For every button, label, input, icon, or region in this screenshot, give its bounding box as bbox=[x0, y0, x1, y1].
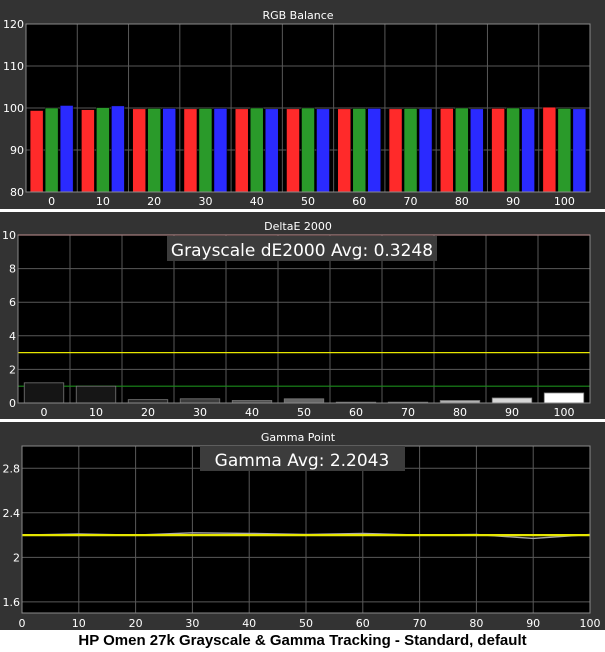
deltae-bar bbox=[491, 397, 533, 404]
rgb-bar-green bbox=[44, 107, 59, 193]
rgb-bar-green bbox=[506, 107, 520, 193]
deltae-x-tick-label: 70 bbox=[401, 406, 415, 419]
rgb-bar-green bbox=[403, 108, 418, 193]
deltae-bar bbox=[179, 398, 221, 404]
gamma-x-tick-label: 30 bbox=[185, 617, 199, 630]
rgb-bar-blue bbox=[521, 108, 535, 193]
deltae-bar bbox=[283, 398, 325, 404]
rgb-bar-red bbox=[491, 108, 505, 193]
gamma-x-tick-label: 90 bbox=[526, 617, 540, 630]
deltae-bar bbox=[127, 399, 169, 404]
rgb-bar-blue bbox=[470, 108, 484, 193]
gamma-y-tick-label: 2 bbox=[13, 551, 20, 564]
rgb-bar-green bbox=[96, 107, 110, 193]
rgb-bar-red bbox=[81, 109, 95, 193]
rgb-x-tick-label: 10 bbox=[96, 195, 110, 208]
deltae-x-tick-label: 40 bbox=[245, 406, 259, 419]
rgb-x-tick-label: 0 bbox=[48, 195, 55, 208]
deltae-bar bbox=[75, 385, 117, 404]
rgb-x-tick-label: 50 bbox=[301, 195, 315, 208]
deltae-bar bbox=[543, 392, 585, 404]
deltae-y-tick-label: 0 bbox=[9, 397, 16, 410]
rgb-bar-red bbox=[542, 106, 557, 193]
rgb-bar-blue bbox=[367, 108, 382, 193]
rgb-bar-green bbox=[249, 107, 264, 193]
deltae-x-tick-label: 10 bbox=[89, 406, 103, 419]
rgb-bar-green bbox=[147, 108, 161, 193]
rgb-bar-red bbox=[132, 108, 146, 193]
rgb-bar-red bbox=[29, 110, 44, 193]
rgb-bar-red bbox=[337, 108, 352, 193]
gamma-x-tick-label: 10 bbox=[72, 617, 86, 630]
rgb-y-tick-label: 110 bbox=[3, 60, 24, 73]
rgb-y-tick-label: 90 bbox=[10, 144, 24, 157]
deltae-average-label: Grayscale dE2000 Avg: 0.3248 bbox=[171, 241, 433, 261]
rgb-bar-blue bbox=[572, 108, 587, 193]
rgb-bar-blue bbox=[162, 108, 176, 193]
gamma-y-tick-label: 2.4 bbox=[3, 507, 21, 520]
deltae-x-tick-label: 100 bbox=[554, 406, 575, 419]
rgb-bar-red bbox=[388, 108, 403, 193]
gamma-x-tick-label: 50 bbox=[299, 617, 313, 630]
gamma-average-label: Gamma Avg: 2.2043 bbox=[215, 451, 390, 471]
rgb-y-tick-label: 100 bbox=[3, 102, 24, 115]
rgb-balance-plot: 80 90 100 110 120 0 10 20 30 40 50 60 70 80 90 100 bbox=[3, 18, 591, 208]
gamma-title: Gamma Point bbox=[261, 431, 336, 444]
gamma-x-tick-label: 20 bbox=[129, 617, 143, 630]
gamma-y-tick-label: 2.8 bbox=[3, 462, 21, 475]
deltae-title: DeltaE 2000 bbox=[264, 220, 332, 233]
gamma-y-tick-label: 1.6 bbox=[3, 596, 21, 609]
deltae-y-tick-label: 8 bbox=[9, 263, 16, 276]
rgb-y-tick-label: 120 bbox=[3, 18, 24, 31]
rgb-bar-red bbox=[440, 108, 454, 193]
gamma-x-tick-label: 40 bbox=[242, 617, 256, 630]
deltae-bar bbox=[23, 382, 65, 404]
deltae-x-tick-label: 30 bbox=[193, 406, 207, 419]
rgb-bar-blue bbox=[418, 108, 433, 193]
gamma-x-tick-label: 100 bbox=[580, 617, 601, 630]
rgb-bar-blue bbox=[316, 108, 330, 193]
rgb-x-tick-label: 70 bbox=[404, 195, 418, 208]
deltae-y-tick-label: 6 bbox=[9, 296, 16, 309]
rgb-bar-blue bbox=[213, 108, 228, 193]
rgb-bar-blue bbox=[59, 105, 74, 193]
rgb-x-tick-label: 20 bbox=[147, 195, 161, 208]
rgb-balance-title: RGB Balance bbox=[262, 9, 333, 22]
gamma-x-tick-label: 80 bbox=[469, 617, 483, 630]
figure-caption: HP Omen 27k Grayscale & Gamma Tracking -… bbox=[78, 632, 527, 649]
rgb-bar-green bbox=[198, 108, 213, 193]
rgb-x-tick-label: 80 bbox=[455, 195, 469, 208]
charts-canvas: RGB Balance DeltaE 2000 Gamma Point 8090… bbox=[0, 0, 605, 630]
rgb-bar-red bbox=[234, 108, 249, 193]
gamma-x-tick-label: 70 bbox=[413, 617, 427, 630]
rgb-bar-blue bbox=[264, 108, 279, 193]
deltae-y-tick-label: 2 bbox=[9, 363, 16, 376]
deltae-x-tick-label: 60 bbox=[349, 406, 363, 419]
rgb-bar-green bbox=[557, 108, 572, 193]
rgb-x-tick-label: 30 bbox=[198, 195, 212, 208]
rgb-bar-blue bbox=[111, 105, 125, 193]
gamma-x-tick-label: 60 bbox=[356, 617, 370, 630]
gamma-plot: 1.6 2 2.4 2.8 0 10 20 30 40 50 60 70 80 90 100 bbox=[3, 445, 601, 630]
rgb-bar-red bbox=[183, 108, 198, 193]
deltae-x-tick-label: 90 bbox=[505, 406, 519, 419]
gamma-x-tick-label: 0 bbox=[19, 617, 26, 630]
rgb-bar-green bbox=[455, 107, 469, 193]
rgb-bar-green bbox=[352, 108, 367, 193]
rgb-bar-green bbox=[301, 107, 315, 193]
deltae-x-tick-label: 80 bbox=[453, 406, 467, 419]
rgb-y-tick-label: 80 bbox=[10, 186, 24, 199]
deltae-y-tick-label: 10 bbox=[2, 229, 16, 242]
rgb-x-tick-label: 90 bbox=[506, 195, 520, 208]
rgb-x-tick-label: 60 bbox=[352, 195, 366, 208]
rgb-x-tick-label: 40 bbox=[250, 195, 264, 208]
rgb-bar-red bbox=[286, 108, 300, 193]
deltae-x-tick-label: 50 bbox=[297, 406, 311, 419]
rgb-x-tick-label: 100 bbox=[554, 195, 575, 208]
deltae-x-tick-label: 20 bbox=[141, 406, 155, 419]
deltae-y-tick-label: 4 bbox=[9, 330, 16, 343]
deltae-x-tick-label: 0 bbox=[41, 406, 48, 419]
